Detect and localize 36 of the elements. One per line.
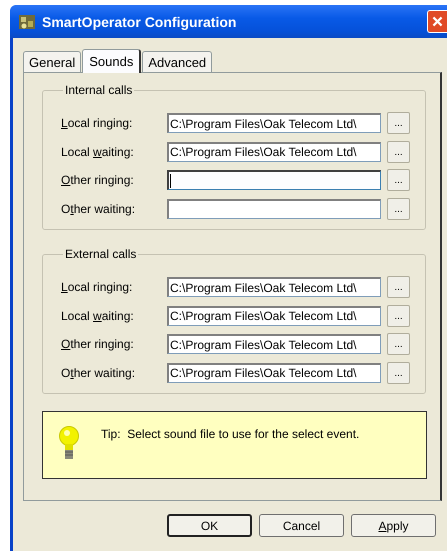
browse-button[interactable]: ... <box>387 140 410 163</box>
file-path-field[interactable]: C:\Program Files\Oak Telecom Ltd\ <box>167 113 381 134</box>
tab[interactable]: General <box>23 51 82 72</box>
browse-button[interactable]: ... <box>387 169 410 192</box>
file-path-field[interactable] <box>167 198 381 219</box>
browse-button[interactable]: ... <box>387 276 410 298</box>
tab[interactable]: Sounds <box>82 49 142 73</box>
file-path-field[interactable]: C:\Program Files\Oak Telecom Ltd\ <box>167 362 381 383</box>
group-title: Internal calls <box>64 83 134 97</box>
file-path-field[interactable]: C:\Program Files\Oak Telecom Ltd\ <box>167 306 381 326</box>
field-label: Local waiting: <box>61 144 135 159</box>
field-label: Other waiting: <box>61 366 136 380</box>
file-path-field[interactable]: C:\Program Files\Oak Telecom Ltd\ <box>167 277 381 298</box>
field-label: Local ringing: <box>61 116 134 130</box>
field-label: Local ringing: <box>61 280 134 294</box>
browse-button[interactable]: ... <box>387 198 410 220</box>
field-label: Other waiting: <box>61 202 136 216</box>
file-path-field[interactable] <box>167 170 381 190</box>
browse-button[interactable]: ... <box>387 304 410 327</box>
tip-text: Tip: Select sound file to use for the select event. <box>101 427 360 441</box>
dialog-button[interactable]: Cancel <box>259 514 344 537</box>
file-path-field[interactable]: C:\Program Files\Oak Telecom Ltd\ <box>167 142 381 162</box>
group-title: External calls <box>64 247 138 261</box>
browse-button[interactable]: ... <box>387 112 410 134</box>
field-label: Other ringing: <box>61 337 135 352</box>
dialog-button[interactable]: Apply <box>351 514 436 537</box>
light-bulb-icon <box>59 425 79 461</box>
browse-button[interactable]: ... <box>387 362 410 384</box>
field-label: Other ringing: <box>61 173 135 188</box>
app-icon <box>18 12 36 30</box>
dialog-button[interactable]: OK <box>167 514 252 537</box>
file-path-field[interactable]: C:\Program Files\Oak Telecom Ltd\ <box>167 334 381 354</box>
browse-button[interactable]: ... <box>387 333 410 356</box>
window-title: SmartOperator Configuration <box>42 14 238 30</box>
tab[interactable]: Advanced <box>142 51 212 72</box>
field-label: Local waiting: <box>61 308 135 323</box>
